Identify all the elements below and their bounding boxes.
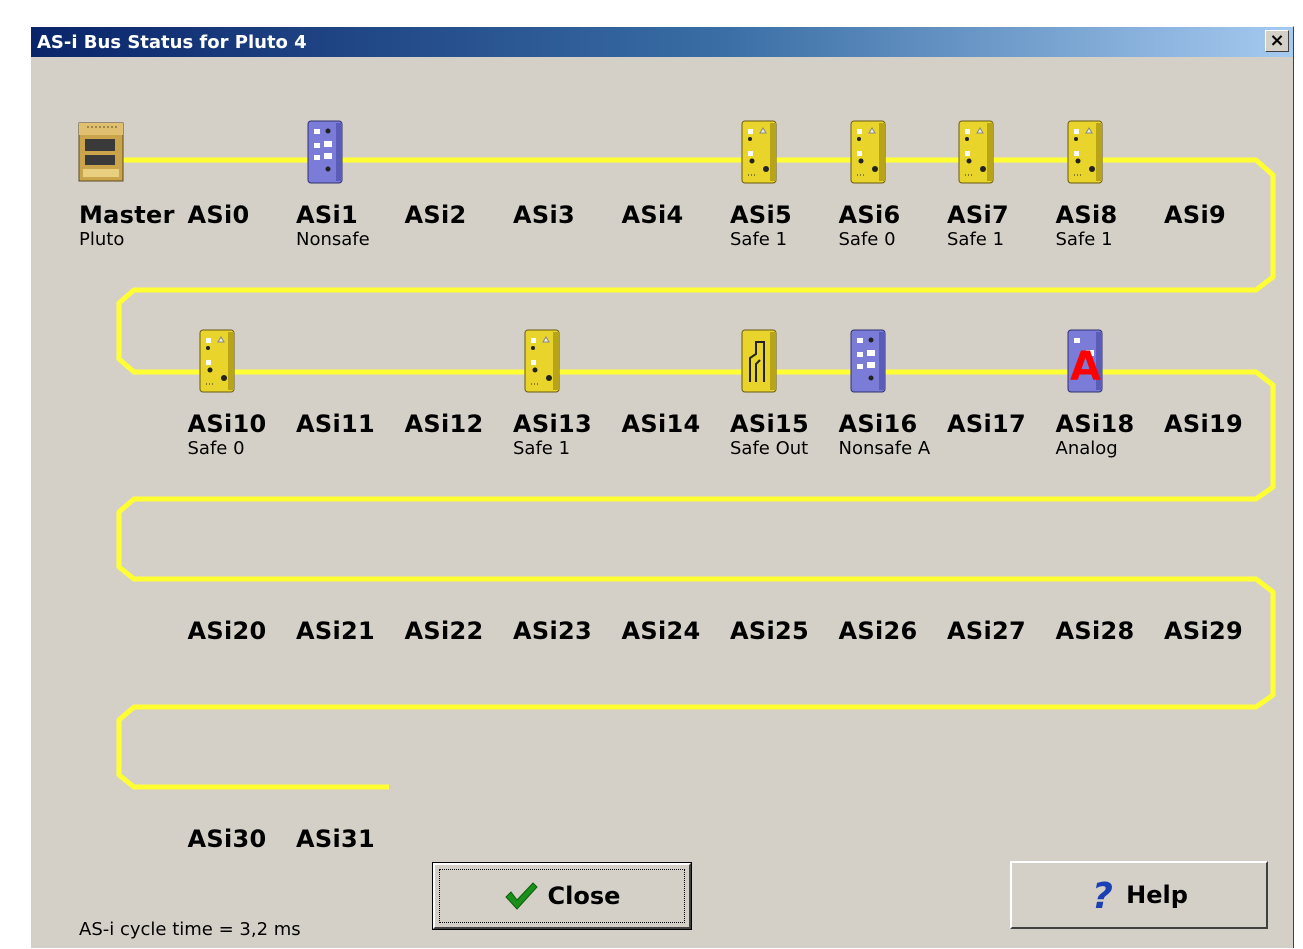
node-asi22: ASi22 [405,535,513,645]
node-type: Safe 1 [1055,229,1113,250]
focus-rectangle [439,869,685,923]
node-name: ASi29 [1164,617,1243,645]
node-master: Master Pluto [77,119,187,250]
node-type: Safe 1 [513,438,571,459]
node-asi17: ASi17 [947,328,1055,438]
node-name: ASi16 [838,410,918,438]
node-name: ASi19 [1164,410,1243,438]
node-type: Nonsafe [296,229,370,250]
node-asi28: ASi28 [1056,535,1164,645]
node-name: ASi17 [947,410,1026,438]
nonsafe-module-icon [306,119,346,192]
node-asi3: ASi3 [513,119,621,229]
node-name: ASi31 [296,825,375,853]
help-button-label: Help [1126,881,1188,909]
node-type: Analog [1055,438,1118,459]
node-name: ASi14 [621,410,701,438]
node-name: ASi28 [1055,617,1135,645]
node-type: Safe 0 [187,438,245,459]
node-name: ASi3 [513,201,575,229]
node-name: ASi20 [187,617,267,645]
node-name: ASi18 [1055,410,1135,438]
node-asi14: ASi14 [622,328,730,438]
node-name: ASi24 [621,617,701,645]
node-asi0: ASi0 [188,119,296,229]
node-asi20: ASi20 [188,535,296,645]
node-name: ASi11 [296,410,375,438]
node-asi2: ASi2 [405,119,513,229]
node-name: Master [79,201,175,229]
node-name: ASi6 [838,201,901,229]
node-asi7: ASi7 Safe 1 [947,119,1055,250]
safe-module-icon [198,328,238,401]
node-name: ASi15 [730,410,809,438]
node-name: ASi0 [187,201,250,229]
node-name: ASi25 [730,617,809,645]
safe-module-icon [957,119,997,192]
node-asi31: ASi31 [296,743,404,853]
node-asi13: ASi13 Safe 1 [513,328,621,459]
node-asi23: ASi23 [513,535,621,645]
node-asi27: ASi27 [947,535,1055,645]
node-asi9: ASi9 [1164,119,1272,229]
node-asi5: ASi5 Safe 1 [730,119,838,250]
pluto-master-icon [77,119,127,190]
node-asi18: A ASi18 Analog [1056,328,1164,459]
close-button[interactable]: Close [432,862,692,930]
node-type: Safe 1 [947,229,1005,250]
nonsafe-module-icon [849,328,889,401]
cycle-time: AS-i cycle time = 3,2 ms [79,919,301,940]
safe-module-icon [740,119,780,192]
node-type: Nonsafe A [838,438,931,459]
analog-module-icon: A [1066,328,1112,401]
node-name: ASi27 [947,617,1026,645]
node-asi26: ASi26 [839,535,947,645]
node-asi29: ASi29 [1164,535,1272,645]
node-name: ASi13 [513,410,592,438]
svg-text:?: ? [1092,877,1113,913]
node-asi12: ASi12 [405,328,513,438]
node-name: ASi12 [404,410,484,438]
node-asi25: ASi25 [730,535,838,645]
node-asi21: ASi21 [296,535,404,645]
node-asi11: ASi11 [296,328,404,438]
node-asi24: ASi24 [622,535,730,645]
safe-module-icon [1066,119,1106,192]
node-asi10: ASi10 Safe 0 [188,328,296,459]
node-name: ASi8 [1055,201,1118,229]
node-name: ASi5 [730,201,792,229]
help-button[interactable]: ? Help [1010,861,1268,929]
node-asi4: ASi4 [622,119,730,229]
node-type: Safe Out [730,438,809,459]
node-name: ASi30 [187,825,267,853]
node-name: ASi22 [404,617,484,645]
node-name: ASi7 [947,201,1009,229]
node-name: ASi21 [296,617,375,645]
safe-module-icon [849,119,889,192]
node-asi15: ASi15 Safe Out [730,328,838,459]
node-name: ASi23 [513,617,592,645]
node-asi8: ASi8 Safe 1 [1056,119,1164,250]
node-type: Safe 1 [730,229,788,250]
safe-output-module-icon [740,328,780,401]
node-name: ASi1 [296,201,358,229]
node-asi19: ASi19 [1164,328,1272,438]
safe-module-icon [523,328,563,401]
node-asi6: ASi6 Safe 0 [839,119,947,250]
node-asi1: ASi1 Nonsafe [296,119,404,250]
node-type: Safe 0 [838,229,896,250]
node-type: Pluto [79,229,125,250]
node-name: ASi4 [621,201,684,229]
question-mark-icon: ? [1090,877,1116,913]
svg-text:A: A [1070,344,1101,390]
node-name: ASi10 [187,410,267,438]
node-name: ASi26 [838,617,918,645]
node-name: ASi2 [404,201,467,229]
node-asi30: ASi30 [188,743,296,853]
bus-status-dialog: AS-i Bus Status for Pluto 4 × Master Plut… [30,26,1294,948]
node-name: ASi9 [1164,201,1226,229]
node-asi16: ASi16 Nonsafe A [839,328,947,459]
